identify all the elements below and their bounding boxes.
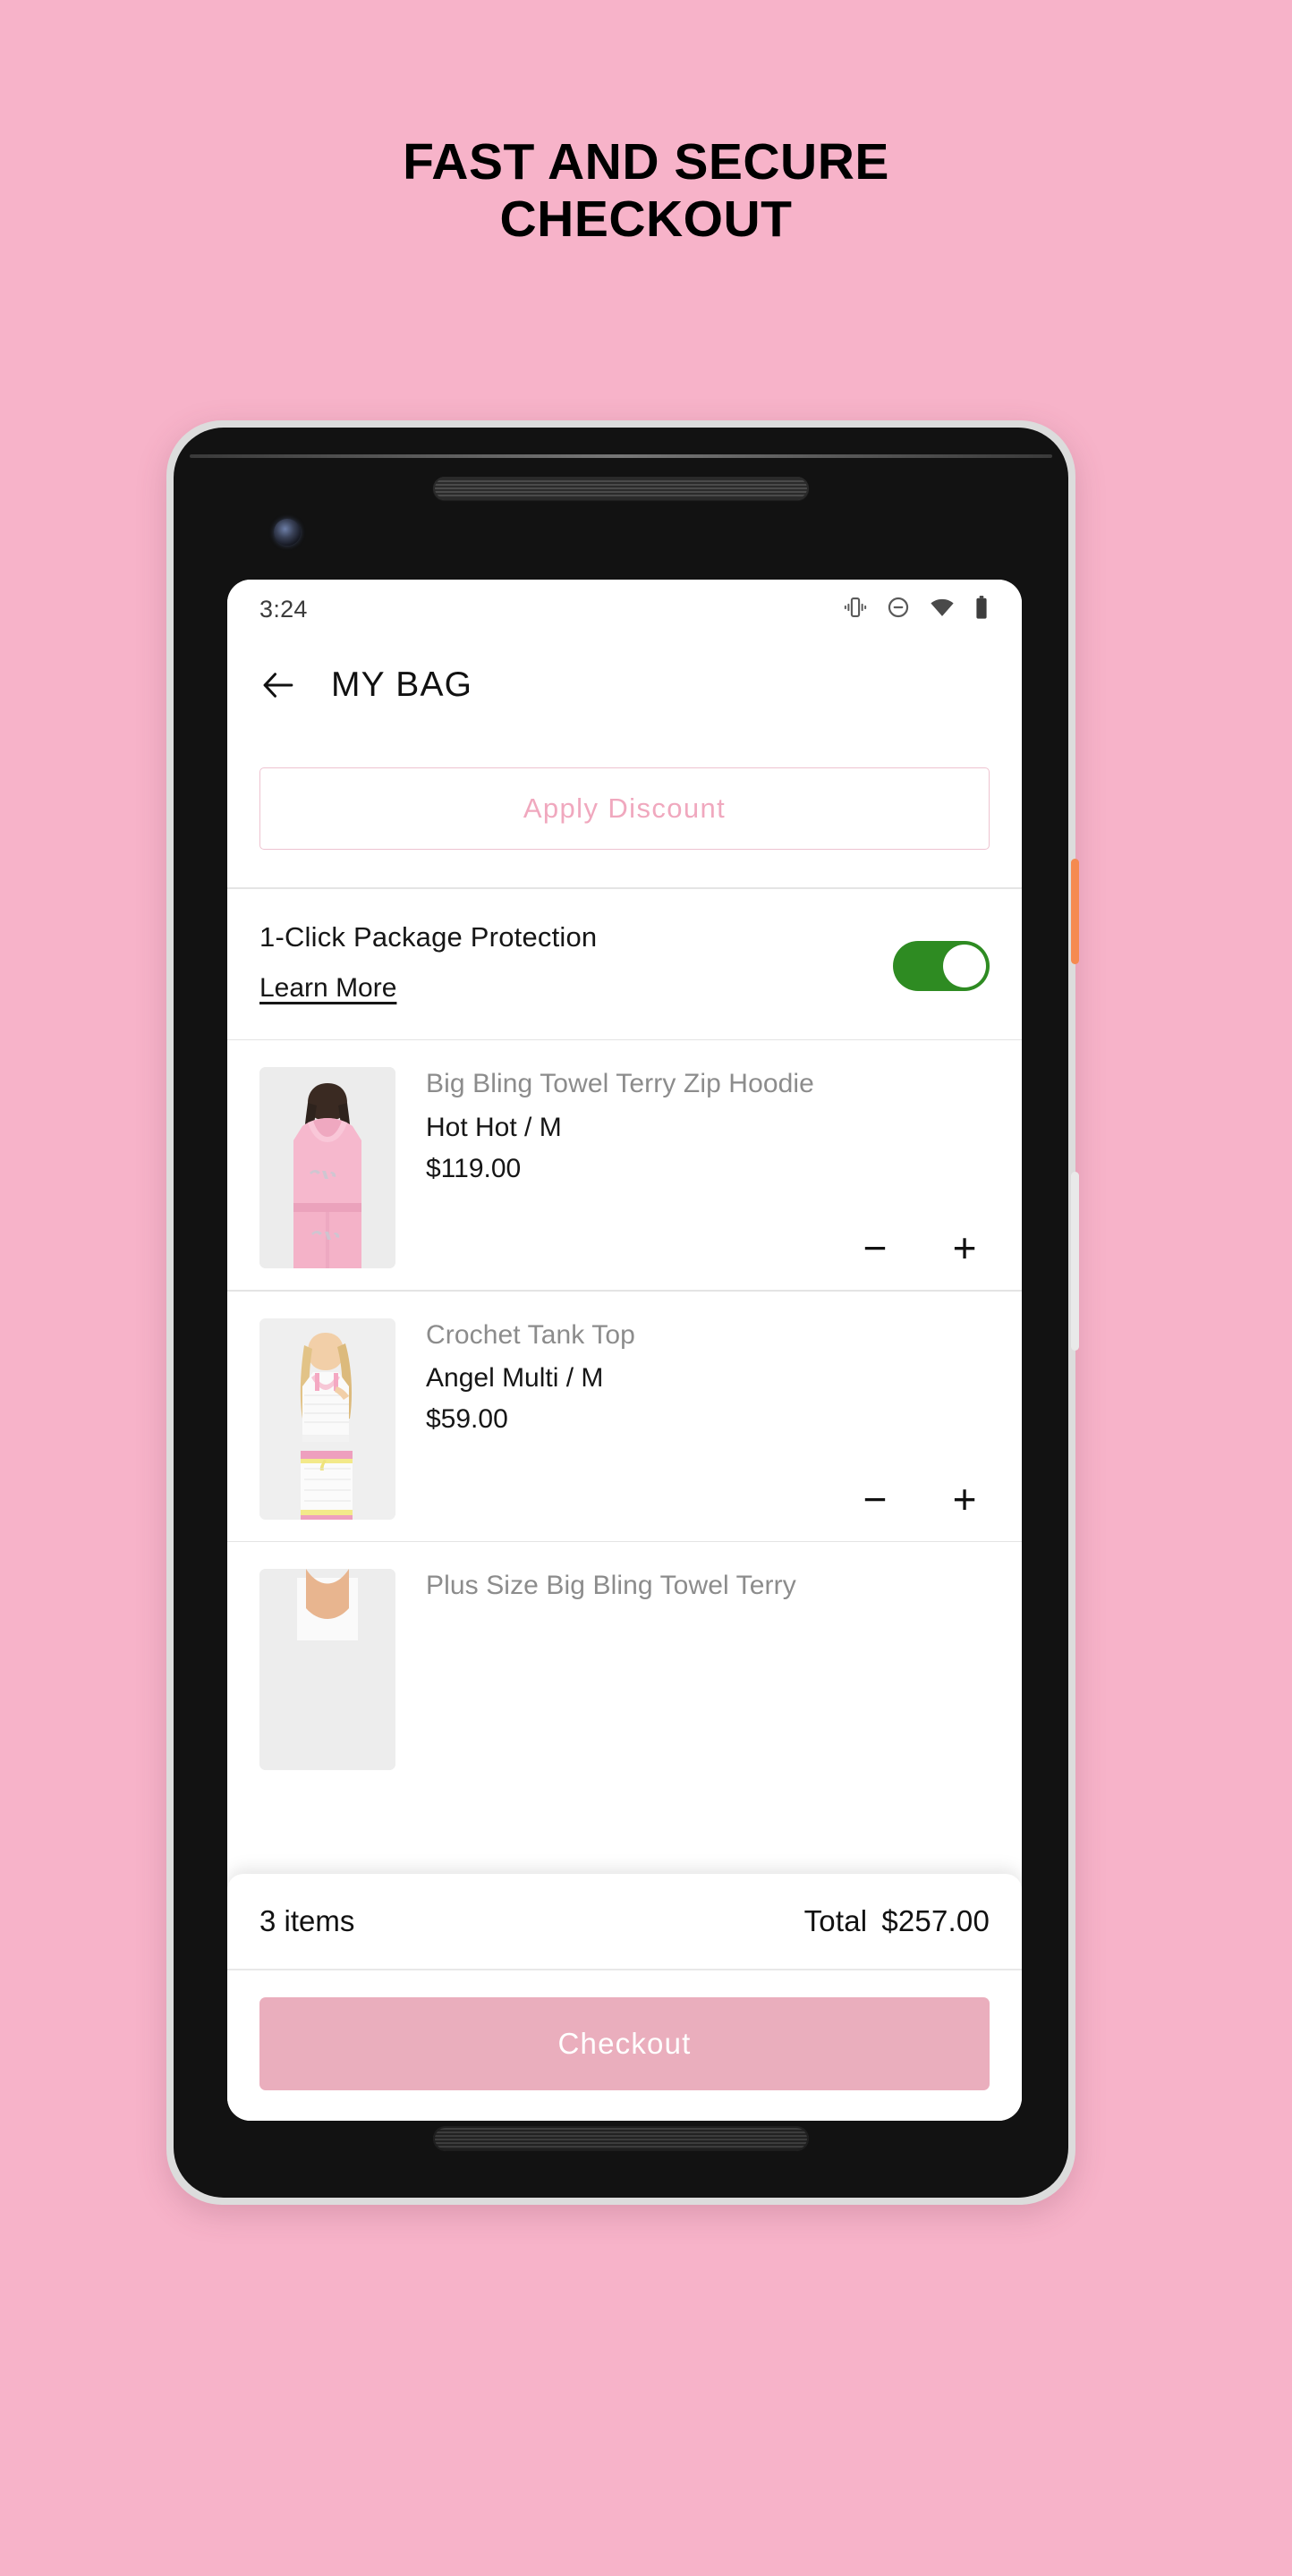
increase-quantity-button[interactable]: + xyxy=(945,1479,984,1520)
checkout-section: Checkout xyxy=(227,1970,1022,2121)
product-thumbnail[interactable] xyxy=(259,1067,395,1269)
do-not-disturb-icon xyxy=(886,595,911,624)
power-button[interactable] xyxy=(1071,859,1079,964)
volume-rocker-button[interactable] xyxy=(1071,1172,1079,1351)
bottom-speaker-icon xyxy=(433,2126,809,2151)
decrease-quantity-button[interactable]: − xyxy=(855,1479,895,1520)
cart-item[interactable]: Big Bling Towel Terry Zip Hoodie Hot Hot… xyxy=(227,1040,1022,1290)
quantity-stepper: − + xyxy=(426,1455,990,1520)
items-count: 3 items xyxy=(259,1904,355,1938)
cart-summary: 3 items Total $257.00 xyxy=(227,1874,1022,1969)
plus-size-product-image-icon xyxy=(259,1569,395,1771)
page-title: MY BAG xyxy=(331,665,473,704)
bezel-highlight xyxy=(190,454,1052,458)
earpiece-speaker-icon xyxy=(433,477,809,500)
checkout-button[interactable]: Checkout xyxy=(259,1997,990,2090)
increase-quantity-button[interactable]: + xyxy=(945,1227,984,1268)
product-variant: Hot Hot / M xyxy=(426,1112,562,1142)
package-protection-toggle[interactable] xyxy=(893,940,990,991)
headline-line-1: FAST AND SECURE xyxy=(403,133,889,191)
product-price: $119.00 xyxy=(426,1153,522,1183)
phone-body: 3:24 MY BAG Apply Discount 1-Click Packa… xyxy=(174,428,1068,2198)
back-arrow-icon[interactable] xyxy=(259,666,297,704)
discount-section: Apply Discount xyxy=(227,732,1022,887)
cart-item[interactable]: Plus Size Big Bling Towel Terry xyxy=(227,1542,1022,1792)
total-label: Total xyxy=(803,1904,868,1938)
cart-item[interactable]: Crochet Tank Top Angel Multi / M $59.00 … xyxy=(227,1292,1022,1541)
status-bar-time: 3:24 xyxy=(259,595,308,623)
phone-mockup: 3:24 MY BAG Apply Discount 1-Click Packa… xyxy=(166,420,1079,2205)
toggle-knob xyxy=(943,944,986,987)
total-value: $257.00 xyxy=(881,1904,990,1938)
product-info: Crochet Tank Top Angel Multi / M $59.00 … xyxy=(426,1318,990,1520)
status-bar: 3:24 xyxy=(227,580,1022,639)
product-info: Plus Size Big Bling Towel Terry xyxy=(426,1569,990,1770)
product-variant: Angel Multi / M xyxy=(426,1363,604,1394)
phone-screen: 3:24 MY BAG Apply Discount 1-Click Packa… xyxy=(227,580,1022,2121)
pink-hoodie-image-icon xyxy=(259,1067,395,1269)
crochet-set-image-icon xyxy=(259,1318,395,1520)
front-camera-icon xyxy=(274,519,301,546)
product-thumbnail[interactable] xyxy=(259,1318,395,1520)
status-bar-icons xyxy=(843,595,990,624)
promo-headline: FAST AND SECURE CHECKOUT xyxy=(0,133,1292,249)
wifi-icon xyxy=(929,595,956,624)
product-info: Big Bling Towel Terry Zip Hoodie Hot Hot… xyxy=(426,1067,990,1268)
battery-icon xyxy=(973,595,990,624)
quantity-stepper: − + xyxy=(426,1204,990,1268)
package-protection-title: 1-Click Package Protection xyxy=(259,920,598,953)
package-protection-row: 1-Click Package Protection Learn More xyxy=(227,889,1022,1039)
package-protection-texts: 1-Click Package Protection Learn More xyxy=(259,921,893,1004)
decrease-quantity-button[interactable]: − xyxy=(855,1227,895,1268)
product-name: Crochet Tank Top xyxy=(426,1319,635,1350)
apply-discount-button[interactable]: Apply Discount xyxy=(259,767,990,850)
cart-footer: 3 items Total $257.00 Checkout xyxy=(227,1874,1022,2121)
product-price: $59.00 xyxy=(426,1404,508,1435)
product-name: Big Bling Towel Terry Zip Hoodie xyxy=(426,1069,814,1099)
product-name: Plus Size Big Bling Towel Terry xyxy=(426,1571,796,1601)
learn-more-link[interactable]: Learn More xyxy=(259,973,396,1004)
cart-total: Total $257.00 xyxy=(804,1904,990,1938)
vibrate-icon xyxy=(843,595,868,624)
headline-line-2: CHECKOUT xyxy=(499,190,793,248)
app-bar: MY BAG xyxy=(227,639,1022,732)
product-thumbnail[interactable] xyxy=(259,1569,395,1771)
